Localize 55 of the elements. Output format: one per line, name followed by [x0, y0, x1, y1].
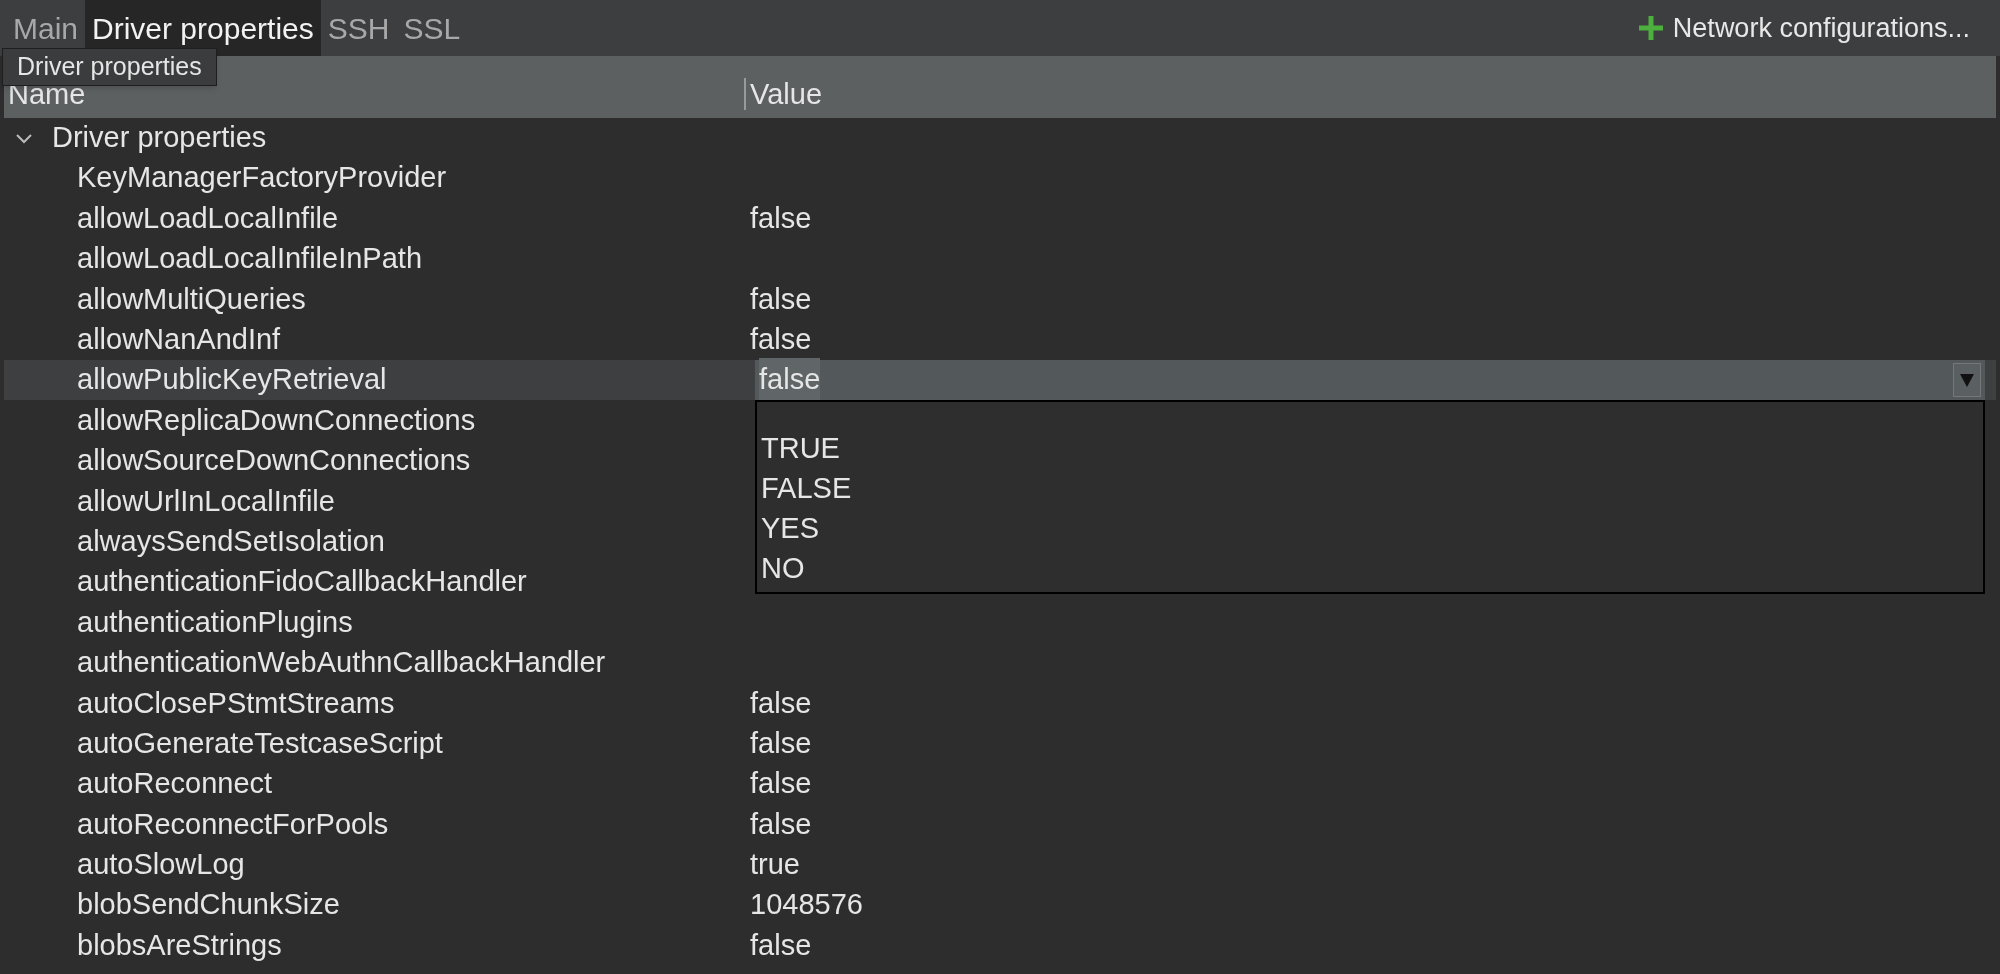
- property-value: false: [750, 927, 812, 963]
- property-row[interactable]: allowNanAndInf false: [4, 319, 1996, 360]
- property-row[interactable]: authenticationWebAuthnCallbackHandler: [4, 642, 1996, 684]
- property-name: allowLoadLocalInfileInPath: [76, 241, 424, 277]
- property-row[interactable]: authenticationPlugins: [4, 602, 1996, 643]
- property-value: false: [750, 685, 812, 721]
- property-name: autoClosePStmtStreams: [76, 685, 396, 721]
- property-name: autoReconnect: [76, 766, 274, 802]
- property-name: blobsAreStrings: [76, 927, 283, 963]
- property-row[interactable]: allowLoadLocalInfileInPath: [4, 238, 1996, 280]
- tooltip: Driver properties: [2, 48, 217, 86]
- tab[interactable]: SSH: [320, 0, 397, 56]
- property-value: false: [750, 322, 812, 357]
- value-dropdown[interactable]: false: [755, 359, 1985, 401]
- tab[interactable]: Driver properties: [85, 0, 321, 56]
- property-row[interactable]: KeyManagerFactoryProvider: [4, 158, 1996, 199]
- property-row[interactable]: autoReconnectForPools false: [4, 804, 1996, 845]
- property-row[interactable]: allowLoadLocalInfile false: [4, 198, 1996, 239]
- group-label: Driver properties: [52, 120, 267, 156]
- property-row[interactable]: autoClosePStmtStreams false: [4, 683, 1996, 724]
- property-name: KeyManagerFactoryProvider: [76, 160, 448, 196]
- property-name: allowPublicKeyRetrieval: [76, 362, 388, 398]
- column-header: Value: [744, 78, 823, 110]
- property-row[interactable]: allowPublicKeyRetrieval false: [4, 359, 1996, 401]
- dropdown-option[interactable]: FALSE: [757, 468, 1983, 509]
- property-value: false: [750, 725, 812, 761]
- dropdown-option[interactable]: NO: [757, 548, 1983, 589]
- property-name: autoReconnectForPools: [76, 806, 390, 842]
- network-configurations-button[interactable]: Network configurations...: [1636, 0, 2000, 56]
- property-row[interactable]: autoGenerateTestcaseScript false: [4, 723, 1996, 764]
- property-name: allowMultiQueries: [76, 281, 307, 317]
- tab[interactable]: SSL: [396, 0, 468, 56]
- dropdown-option[interactable]: YES: [757, 508, 1983, 549]
- property-row[interactable]: autoReconnect false: [4, 763, 1996, 805]
- property-value: false: [750, 806, 812, 842]
- property-row[interactable]: autoSlowLog true: [4, 844, 1996, 886]
- property-name: autoGenerateTestcaseScript: [76, 725, 444, 761]
- property-name: autoSlowLog: [76, 847, 246, 883]
- property-name: blobSendChunkSize: [76, 887, 341, 923]
- plus-icon: [1636, 14, 1665, 42]
- property-value: true: [750, 847, 800, 883]
- dropdown-option[interactable]: TRUE: [757, 428, 1983, 469]
- property-name: authenticationWebAuthnCallbackHandler: [76, 645, 607, 681]
- property-value: false: [750, 281, 812, 317]
- property-row[interactable]: blobSendChunkSize 1048576: [4, 885, 1996, 926]
- property-name: allowNanAndInf: [76, 322, 282, 357]
- property-row[interactable]: allowMultiQueries false: [4, 279, 1996, 320]
- property-value: false: [750, 200, 812, 236]
- property-row[interactable]: blobsAreStrings false: [4, 925, 1996, 966]
- property-name: allowReplicaDownConnections: [76, 402, 477, 438]
- property-name: allowLoadLocalInfile: [76, 200, 340, 236]
- property-value: 1048576: [750, 887, 863, 923]
- property-name: authenticationPlugins: [76, 604, 354, 640]
- property-value: false: [750, 766, 812, 802]
- dropdown-value: false: [759, 358, 821, 402]
